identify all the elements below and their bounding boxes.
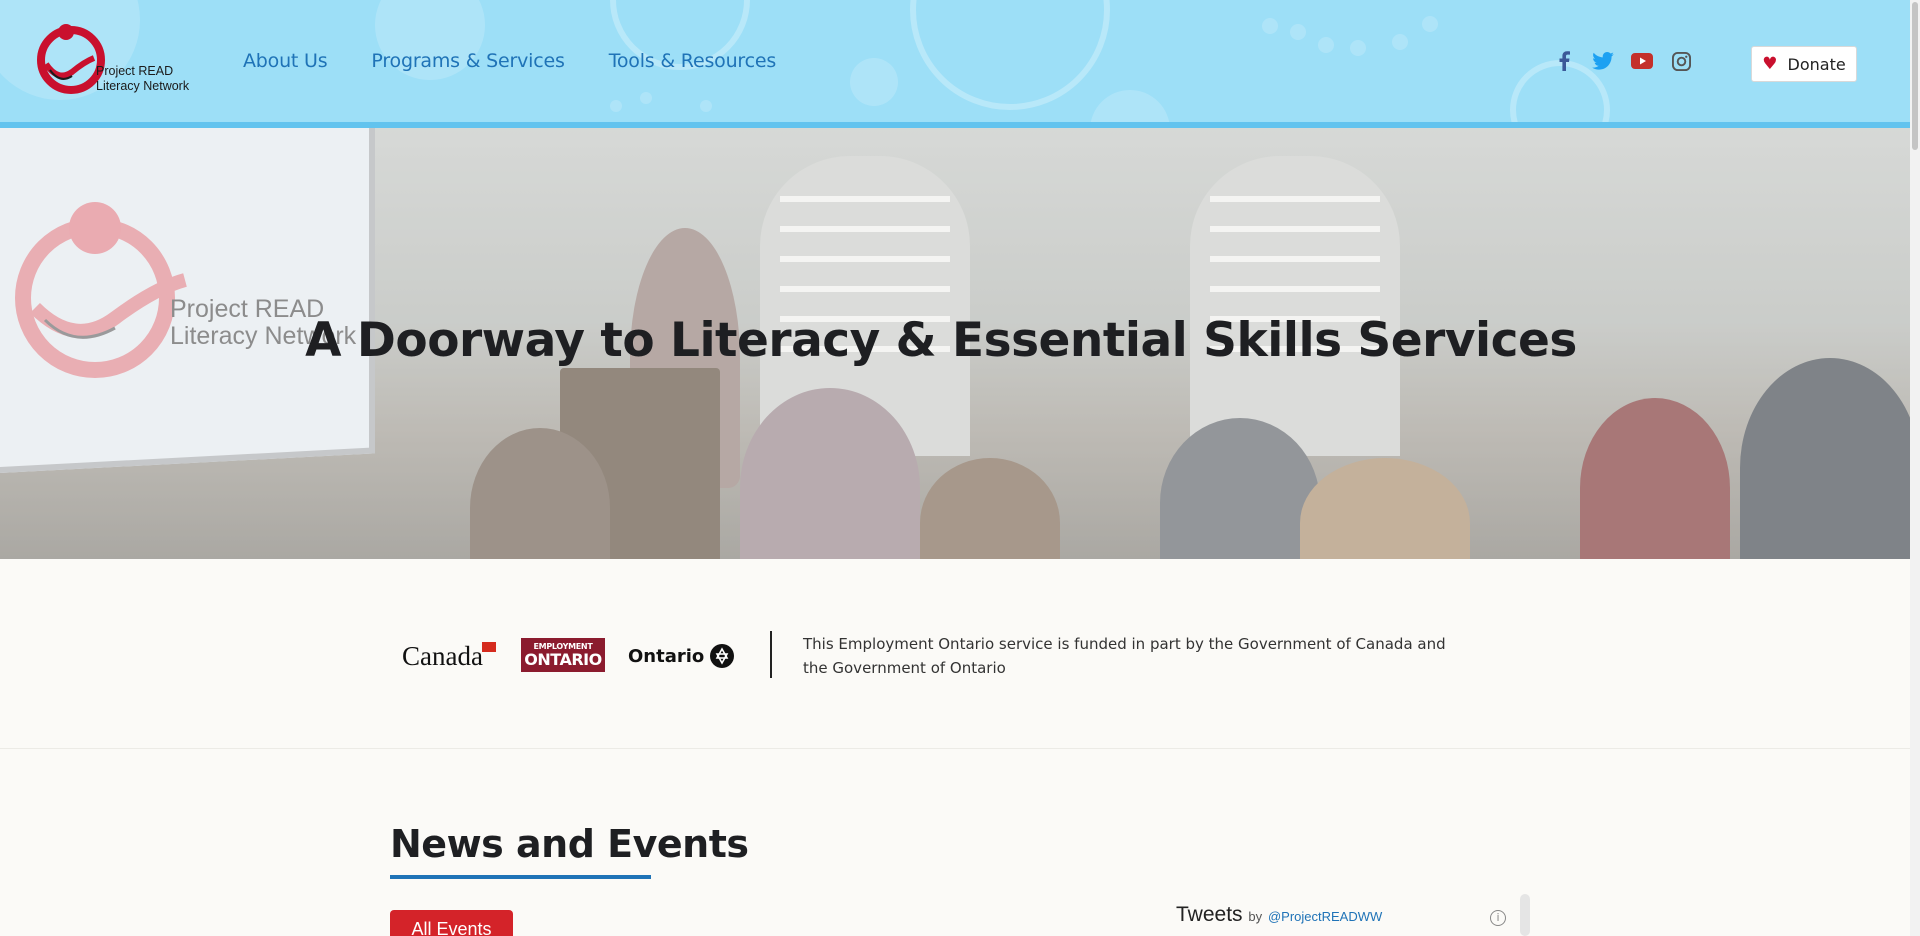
ontario-logo: Ontario [628, 644, 735, 668]
canada-flag-icon [482, 642, 496, 652]
hero-banner: Project READ Literacy Network A Doorway … [0, 128, 1920, 559]
nav-tools-resources[interactable]: Tools & Resources [609, 50, 777, 72]
news-title-underline [390, 875, 651, 879]
decor-bubble [1290, 24, 1306, 40]
instagram-icon[interactable] [1670, 50, 1692, 72]
decor-bubble [1318, 37, 1334, 53]
trillium-icon [710, 644, 735, 668]
info-icon[interactable]: i [1490, 910, 1506, 926]
employment-ontario-logo: EMPLOYMENT ONTARIO [521, 638, 605, 672]
twitter-icon[interactable] [1592, 50, 1614, 72]
social-links [1553, 50, 1692, 72]
decor-bubble [640, 92, 652, 104]
decor-bubble [700, 100, 712, 112]
tweets-label: Tweets [1176, 903, 1243, 926]
all-events-button[interactable]: All Events [390, 910, 513, 936]
tweets-scrollbar[interactable] [1520, 894, 1530, 936]
youtube-icon[interactable] [1631, 50, 1653, 72]
decor-bubble [610, 100, 622, 112]
logo-text: Project READ Literacy Network [96, 64, 190, 93]
tweets-by: by [1248, 909, 1263, 924]
scrollbar-thumb[interactable] [1912, 2, 1918, 150]
site-logo[interactable]: Project READ Literacy Network [36, 22, 196, 98]
main-nav: About Us Programs & Services Tools & Res… [243, 50, 776, 72]
nav-about-us[interactable]: About Us [243, 50, 328, 72]
site-header: Project READ Literacy Network About Us P… [0, 0, 1920, 128]
decor-bubble [1350, 40, 1366, 56]
canada-wordmark: Canada [402, 641, 496, 672]
page-scrollbar[interactable] [1910, 0, 1920, 936]
decor-bubble [1090, 90, 1170, 122]
decor-bubble [1262, 18, 1278, 34]
decor-bubble [1392, 34, 1408, 50]
divider [770, 631, 772, 678]
news-title: News and Events [390, 822, 749, 866]
hero-title: A Doorway to Literacy & Essential Skills… [305, 313, 1577, 368]
facebook-icon[interactable] [1553, 50, 1575, 72]
nav-programs-services[interactable]: Programs & Services [371, 50, 564, 72]
funding-text: This Employment Ontario service is funde… [803, 635, 1446, 677]
decor-bubble [850, 58, 898, 106]
decor-ring [910, 0, 1110, 110]
tweets-widget-header: Tweets by @ProjectREADWW [1176, 903, 1382, 927]
tweets-handle-link[interactable]: @ProjectREADWW [1268, 909, 1382, 924]
decor-bubble [1422, 16, 1438, 32]
donate-button[interactable]: ♥ Donate [1751, 46, 1857, 82]
donate-label: Donate [1787, 54, 1846, 74]
heart-icon: ♥ [1762, 54, 1778, 74]
